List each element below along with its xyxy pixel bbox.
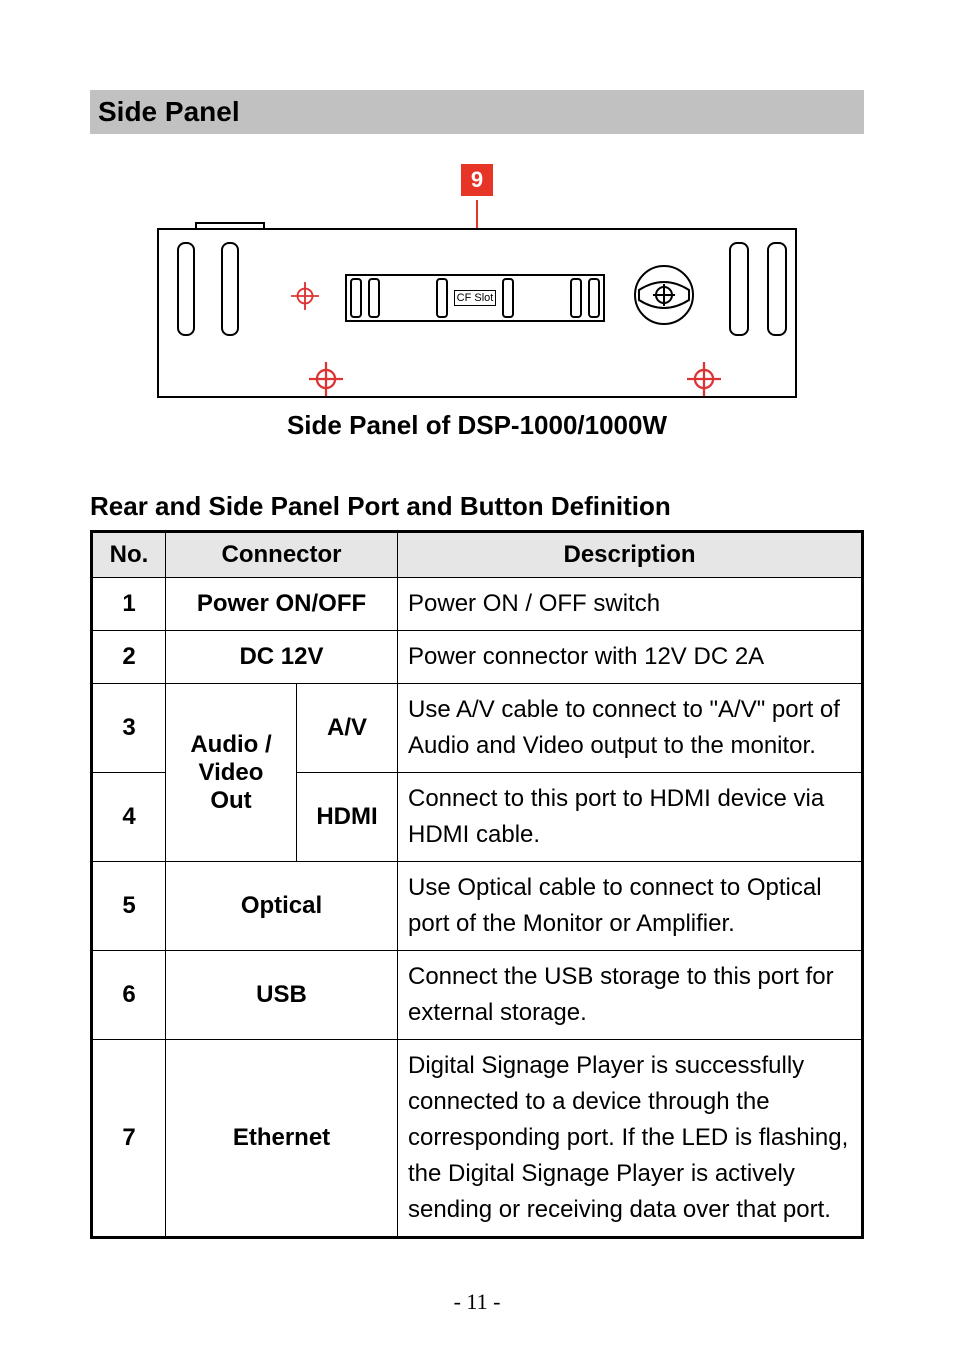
cell-no: 3 xyxy=(92,684,166,773)
cf-pin xyxy=(588,278,600,318)
cell-connector-group: Audio / Video Out xyxy=(166,684,297,862)
cf-pin xyxy=(436,278,448,318)
cell-no: 1 xyxy=(92,578,166,631)
vent-slot xyxy=(177,242,195,336)
cell-connector: USB xyxy=(166,951,398,1040)
cf-slot-label: CF Slot xyxy=(454,290,497,306)
side-panel-diagram: 9 CF Slot xyxy=(90,164,864,441)
device-ridge xyxy=(195,222,265,230)
cell-no: 7 xyxy=(92,1040,166,1238)
cell-description: Power connector with 12V DC 2A xyxy=(398,631,863,684)
screw-target-icon xyxy=(291,282,319,310)
page-number: - 11 - xyxy=(0,1289,954,1315)
header-description: Description xyxy=(398,532,863,578)
cell-connector: Power ON/OFF xyxy=(166,578,398,631)
cell-connector: Optical xyxy=(166,862,398,951)
cf-pin xyxy=(570,278,582,318)
cell-description: Connect the USB storage to this port for… xyxy=(398,951,863,1040)
vent-slot xyxy=(729,242,749,336)
table-row: 3 Audio / Video Out A/V Use A/V cable to… xyxy=(92,684,863,773)
table-title: Rear and Side Panel Port and Button Defi… xyxy=(90,491,864,522)
section-heading-bar: Side Panel xyxy=(90,90,864,134)
cell-connector: DC 12V xyxy=(166,631,398,684)
cf-pin xyxy=(502,278,514,318)
cell-sub-connector: A/V xyxy=(297,684,398,773)
round-port-icon xyxy=(633,264,695,326)
header-no: No. xyxy=(92,532,166,578)
table-row: 1 Power ON/OFF Power ON / OFF switch xyxy=(92,578,863,631)
table-row: 2 DC 12V Power connector with 12V DC 2A xyxy=(92,631,863,684)
table-header-row: No. Connector Description xyxy=(92,532,863,578)
cf-pin xyxy=(350,278,362,318)
diagram-caption: Side Panel of DSP-1000/1000W xyxy=(287,410,667,441)
cell-no: 5 xyxy=(92,862,166,951)
device-outline: CF Slot xyxy=(157,228,797,398)
header-connector: Connector xyxy=(166,532,398,578)
table-row: 5 Optical Use Optical cable to connect t… xyxy=(92,862,863,951)
port-definition-table: No. Connector Description 1 Power ON/OFF… xyxy=(90,530,864,1239)
cell-description: Use A/V cable to connect to "A/V" port o… xyxy=(398,684,863,773)
callout-9-leader xyxy=(476,200,478,228)
cell-no: 2 xyxy=(92,631,166,684)
vent-slot xyxy=(221,242,239,336)
cell-no: 6 xyxy=(92,951,166,1040)
table-row: 6 USB Connect the USB storage to this po… xyxy=(92,951,863,1040)
cf-pin xyxy=(368,278,380,318)
cell-description: Power ON / OFF switch xyxy=(398,578,863,631)
table-row: 7 Ethernet Digital Signage Player is suc… xyxy=(92,1040,863,1238)
vent-slot xyxy=(767,242,787,336)
screw-target-icon xyxy=(309,362,343,396)
cell-description: Digital Signage Player is successfully c… xyxy=(398,1040,863,1238)
cell-connector: Ethernet xyxy=(166,1040,398,1238)
callout-9-label: 9 xyxy=(461,164,493,196)
cell-sub-connector: HDMI xyxy=(297,773,398,862)
cf-slot-area: CF Slot xyxy=(345,274,605,322)
cell-description: Use Optical cable to connect to Optical … xyxy=(398,862,863,951)
cell-no: 4 xyxy=(92,773,166,862)
screw-target-icon xyxy=(687,362,721,396)
cell-description: Connect to this port to HDMI device via … xyxy=(398,773,863,862)
